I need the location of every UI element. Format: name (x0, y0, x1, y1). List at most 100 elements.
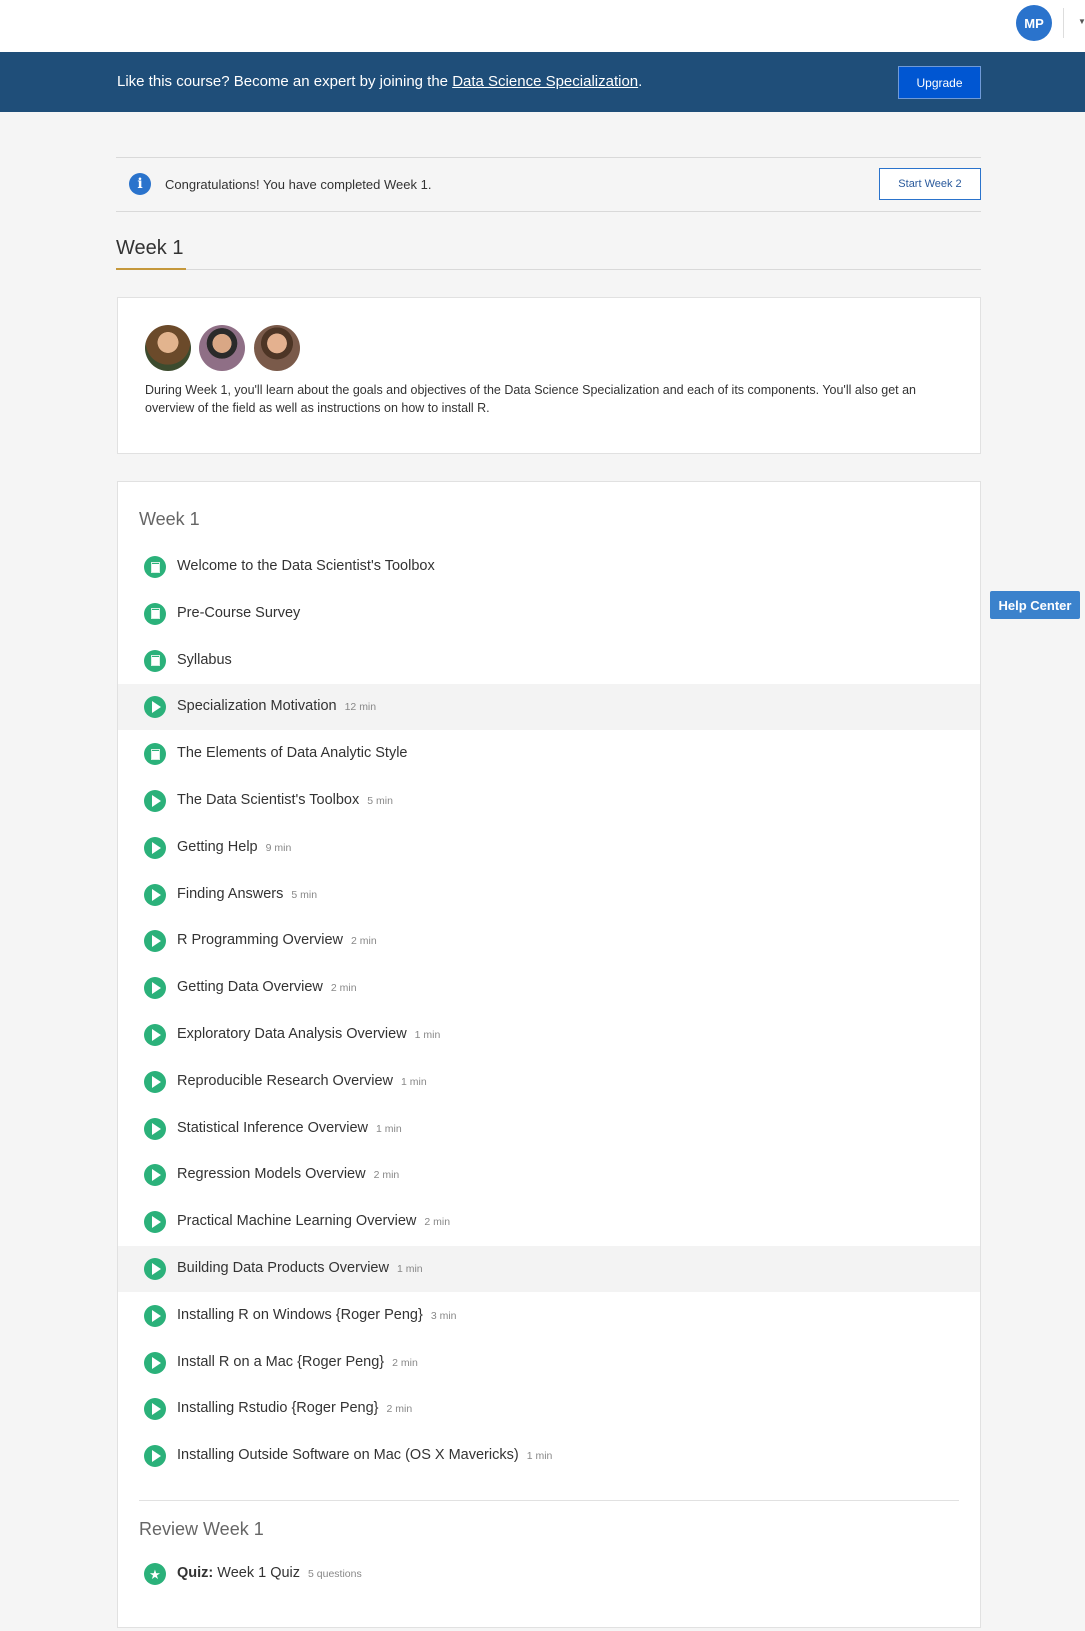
lesson-item[interactable]: The Data Scientist's Toolbox 5 min (118, 778, 980, 824)
section-divider (139, 1500, 959, 1501)
lesson-item[interactable]: Getting Data Overview 2 min (118, 965, 980, 1011)
lesson-duration: 2 min (424, 1216, 451, 1229)
specialization-link[interactable]: Data Science Specialization (452, 73, 638, 90)
lesson-name: Reproducible Research Overview 1 min (177, 1072, 427, 1089)
lesson-name: Exploratory Data Analysis Overview 1 min (177, 1026, 441, 1042)
lesson-item[interactable]: Getting Help 9 min (118, 825, 980, 871)
help-center-button[interactable]: Help Center (990, 591, 1080, 619)
banner-text: Like this course? Become an expert by jo… (117, 73, 643, 90)
play-icon (144, 1351, 166, 1374)
play-icon (144, 1398, 166, 1421)
week-overview-card: During Week 1, you'll learn about the go… (117, 297, 981, 454)
play-icon (144, 1164, 166, 1187)
play-icon (144, 1117, 166, 1140)
reading-icon (144, 602, 166, 625)
lesson-duration: 3 min (430, 1309, 457, 1322)
lesson-item[interactable]: Practical Machine Learning Overview 2 min (118, 1199, 980, 1245)
quiz-name: Week 1 Quiz (217, 1565, 301, 1581)
info-icon: i (129, 173, 151, 195)
lesson-duration: 12 min (344, 701, 377, 714)
lesson-item[interactable]: Installing R on Windows {Roger Peng} 3 mi… (118, 1293, 980, 1339)
notice-message: Congratulations! You have completed Week… (165, 177, 432, 192)
play-icon (144, 836, 166, 859)
lesson-duration: 1 min (414, 1029, 441, 1041)
lesson-duration: 5 min (367, 795, 393, 807)
reading-icon (144, 649, 166, 672)
lesson-name: Getting Help 9 min (177, 838, 292, 855)
lesson-name: Statistical Inference Overview 1 min (177, 1119, 402, 1136)
lesson-name: Regression Models Overview 2 min (177, 1166, 400, 1183)
lesson-item[interactable]: Pre-Course Survey (118, 591, 980, 637)
play-icon (144, 1304, 166, 1327)
tab-rule (116, 269, 981, 270)
lesson-item[interactable]: Reproducible Research Overview 1 min (118, 1059, 980, 1105)
lesson-item[interactable]: R Programming Overview 2 min (118, 918, 980, 964)
play-icon (144, 1258, 166, 1280)
lesson-duration: 1 min (396, 1263, 423, 1275)
lesson-duration: 2 min (392, 1356, 418, 1369)
play-icon (144, 1024, 166, 1046)
section-title: Week 1 (139, 509, 200, 529)
play-icon (144, 696, 166, 719)
review-section-title: Review Week 1 (139, 1519, 264, 1539)
quiz-meta: 5 questions (308, 1568, 362, 1580)
lesson-item[interactable]: Syllabus (118, 638, 980, 684)
lesson-name: Getting Data Overview 2 min (177, 979, 357, 996)
lesson-item[interactable]: Finding Answers 5 min (118, 872, 980, 918)
play-icon (144, 883, 166, 906)
lesson-name: The Elements of Data Analytic Style (177, 745, 408, 762)
instructor-avatar[interactable] (254, 325, 300, 371)
week-description: During Week 1, you'll learn about the go… (145, 383, 917, 415)
play-icon (144, 977, 166, 1000)
instructor-avatar[interactable] (145, 325, 191, 371)
lesson-name: The Data Scientist's Toolbox 5 min (177, 792, 393, 808)
lesson-item[interactable]: Specialization Motivation 12 min (118, 684, 980, 731)
lesson-name: R Programming Overview 2 min (177, 932, 377, 949)
top-bar: MP ▼ (0, 0, 1085, 52)
start-week-button[interactable]: Start Week 2 (879, 168, 981, 200)
lesson-duration: 1 min (401, 1075, 427, 1088)
lesson-duration: 1 min (526, 1450, 553, 1463)
lesson-name: Installing Outside Software on Mac (OS X… (177, 1447, 553, 1464)
lesson-item[interactable]: Exploratory Data Analysis Overview 1 min (118, 1012, 980, 1058)
lesson-name: Install R on a Mac {Roger Peng} 2 min (177, 1353, 418, 1370)
lesson-item[interactable]: Building Data Products Overview 1 min (118, 1246, 980, 1292)
lesson-name: Installing R on Windows {Roger Peng} 3 mi… (177, 1306, 457, 1323)
lesson-name: Pre-Course Survey (177, 604, 301, 621)
tab-underline (116, 268, 186, 270)
play-icon (144, 1445, 166, 1468)
lesson-item[interactable]: Statistical Inference Overview 1 min (118, 1106, 980, 1152)
lesson-duration: 1 min (376, 1122, 402, 1135)
lesson-duration: 2 min (330, 982, 357, 995)
lesson-item[interactable]: Installing Outside Software on Mac (OS X… (118, 1433, 980, 1479)
quiz-label: Quiz: (177, 1565, 214, 1581)
lesson-duration: 2 min (351, 935, 377, 948)
reading-icon (144, 556, 166, 578)
lesson-name: Syllabus (177, 651, 232, 668)
upgrade-banner: Like this course? Become an expert by jo… (0, 52, 1085, 112)
lesson-item[interactable]: Install R on a Mac {Roger Peng} 2 min (118, 1340, 980, 1386)
divider (1063, 8, 1064, 38)
lesson-item[interactable]: The Elements of Data Analytic Style (118, 731, 980, 777)
lesson-name: Building Data Products Overview 1 min (177, 1260, 423, 1276)
lesson-name: Finding Answers 5 min (177, 885, 318, 902)
lesson-item[interactable]: Regression Models Overview 2 min (118, 1152, 980, 1198)
star-icon: ★ (144, 1563, 166, 1585)
avatar[interactable]: MP (1016, 5, 1052, 41)
lessons-card: Week 1 Welcome to the Data Scientist's T… (117, 481, 981, 1628)
chevron-down-icon[interactable]: ▼ (1078, 17, 1085, 26)
instructor-avatar[interactable] (199, 325, 245, 371)
lesson-name: Welcome to the Data Scientist's Toolbox (177, 558, 435, 574)
play-icon (144, 1211, 166, 1234)
upgrade-button[interactable]: Upgrade (898, 66, 981, 99)
reading-icon (144, 743, 166, 766)
lesson-duration: 5 min (291, 888, 318, 901)
lesson-duration: 2 min (386, 1403, 413, 1416)
play-icon (144, 930, 166, 953)
lesson-duration: 2 min (373, 1169, 400, 1182)
lesson-item[interactable]: Welcome to the Data Scientist's Toolbox (118, 544, 980, 590)
lesson-duration: 9 min (265, 841, 292, 854)
lesson-item[interactable]: Installing Rstudio {Roger Peng} 2 min (118, 1386, 980, 1432)
play-icon (144, 790, 166, 812)
quiz-item[interactable]: ★ Quiz: Week 1 Quiz 5 questions (118, 1551, 980, 1597)
